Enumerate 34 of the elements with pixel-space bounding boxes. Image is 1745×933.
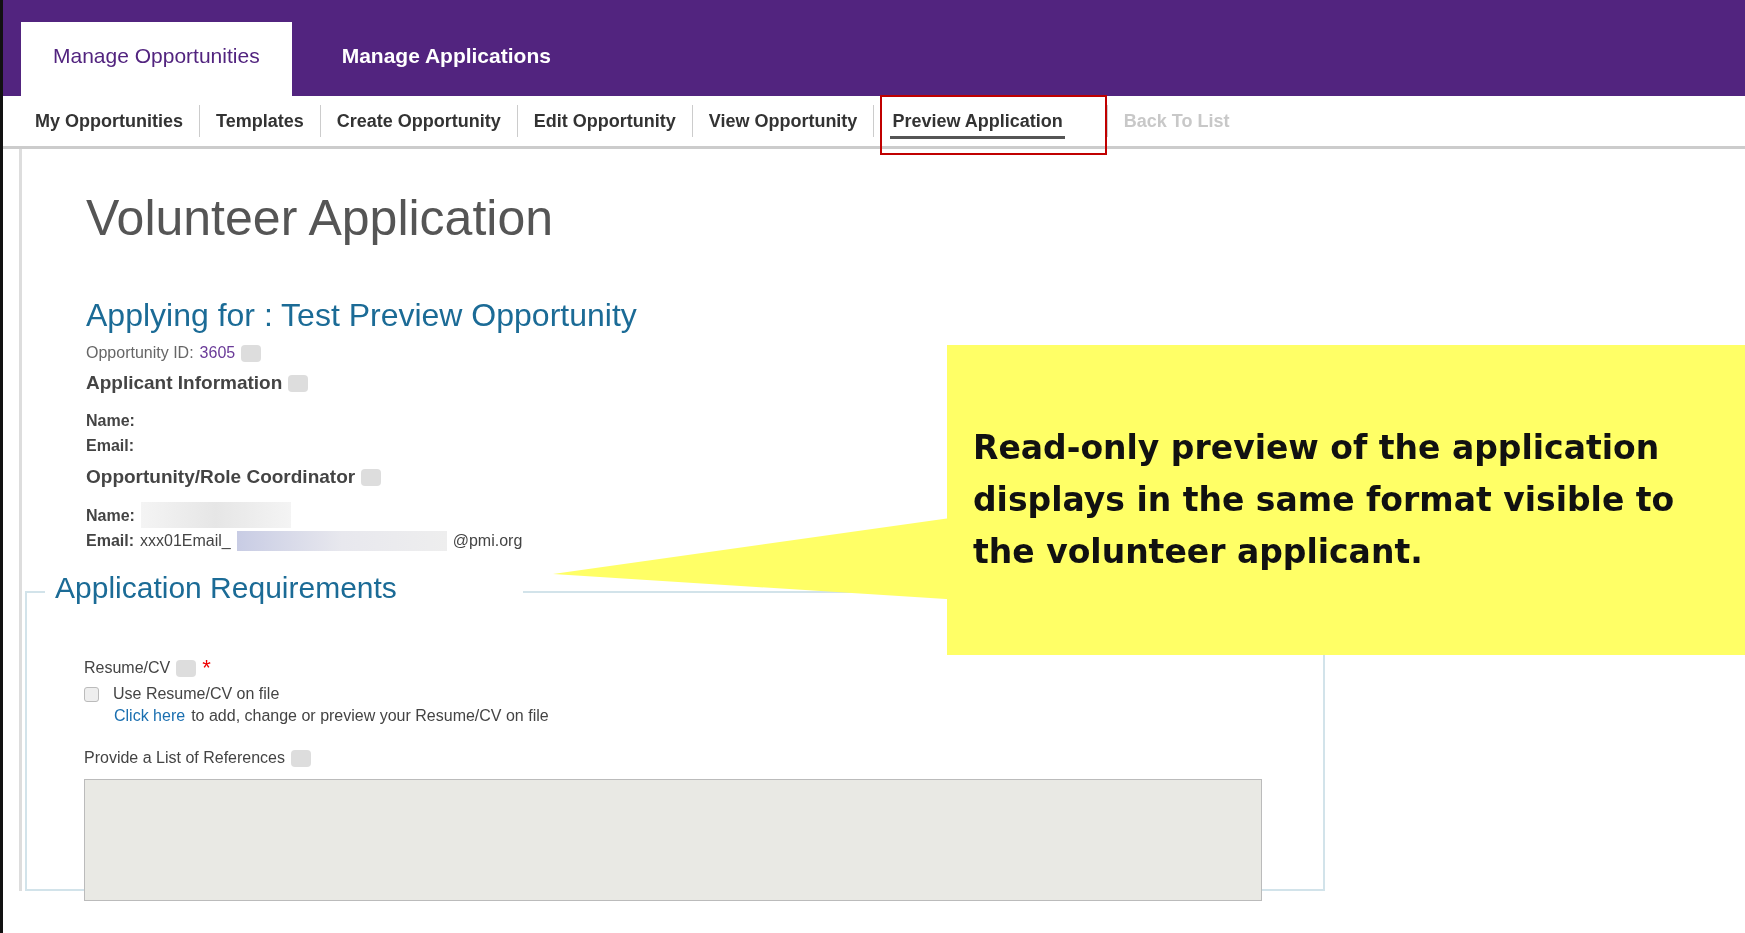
name-label: Name: xyxy=(86,411,135,431)
email-text: @pmi.org xyxy=(452,531,523,550)
sub-nav-link[interactable]: Templates xyxy=(214,106,306,136)
required-mark: * xyxy=(202,655,211,681)
field-label: Resume/CV xyxy=(84,659,171,677)
info-icon[interactable] xyxy=(361,468,382,486)
email-label: Email: xyxy=(86,436,134,456)
email-text: xxx01Email_ xyxy=(140,531,231,550)
section-heading: Applicant Information xyxy=(86,372,283,394)
email-label: Email: xyxy=(86,531,134,551)
sub-nav-link[interactable]: My Opportunities xyxy=(33,106,185,136)
main-tab[interactable]: Manage Applications xyxy=(291,22,601,96)
name-label: Name: xyxy=(86,505,135,526)
section-heading: Opportunity/Role Coordinator xyxy=(86,466,356,488)
opportunity-id-label: Opportunity ID: xyxy=(86,344,194,362)
opportunity-id-value: 3605 xyxy=(199,344,236,362)
sub-nav-link[interactable]: Preview Application xyxy=(890,107,1065,139)
info-icon[interactable] xyxy=(291,749,311,767)
info-icon[interactable] xyxy=(176,659,197,677)
applying-for-heading: Applying for : Test Preview Opportunity xyxy=(86,297,638,334)
sub-nav-link[interactable]: View Opportunity xyxy=(706,106,860,136)
page-title: Volunteer Application xyxy=(86,189,555,247)
sub-nav-link[interactable]: Create Opportunity xyxy=(334,106,503,136)
references-field[interactable] xyxy=(84,779,1262,901)
checkbox[interactable] xyxy=(84,686,99,702)
callout-text: Read-only preview of the application displays in the same format visible to the volunteer applicant. xyxy=(973,427,1676,573)
checkbox-label: Use Resume/CV on file xyxy=(113,685,280,703)
help-text: to add, change or preview your Resume/CV on file xyxy=(191,707,549,725)
info-icon[interactable] xyxy=(288,374,309,392)
sub-nav-link[interactable]: Edit Opportunity xyxy=(531,106,678,136)
click-here-link[interactable]: Click here xyxy=(114,707,186,725)
field-label: Provide a List of References xyxy=(84,749,285,767)
main-tab[interactable]: Manage Opportunities xyxy=(21,22,292,96)
info-icon[interactable] xyxy=(241,344,262,362)
